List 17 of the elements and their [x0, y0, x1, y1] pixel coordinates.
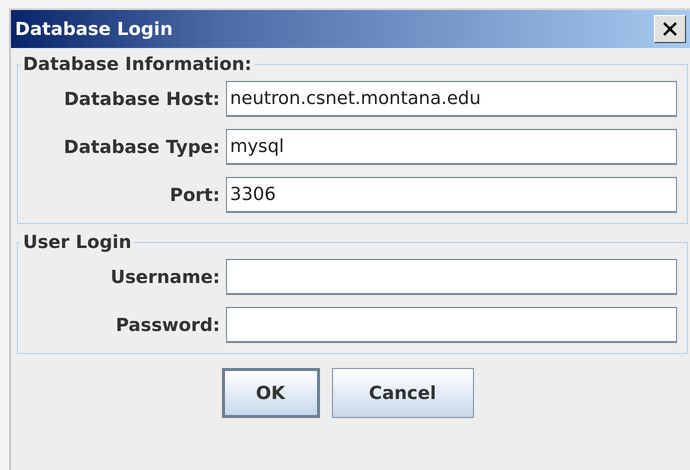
cancel-button[interactable]: Cancel — [332, 368, 474, 418]
field-label: Port: — [170, 184, 220, 206]
close-button[interactable] — [654, 15, 686, 43]
group-title: User Login — [22, 232, 132, 253]
field-label: Database Host: — [64, 88, 220, 110]
ok-button[interactable]: OK — [222, 368, 320, 418]
input-field[interactable]: 3306 — [226, 177, 677, 213]
input-field[interactable]: mysql — [226, 129, 677, 165]
field-label: Username: — [110, 266, 220, 288]
close-icon — [662, 21, 678, 37]
input-field[interactable]: neutron.csnet.montana.edu — [226, 81, 677, 117]
input-field[interactable] — [226, 307, 677, 343]
field-label: Database Type: — [64, 136, 220, 158]
input-field[interactable] — [226, 259, 677, 295]
window-title: Database Login — [15, 18, 173, 40]
group-title: Database Information: — [22, 54, 253, 75]
field-label: Password: — [116, 314, 220, 336]
